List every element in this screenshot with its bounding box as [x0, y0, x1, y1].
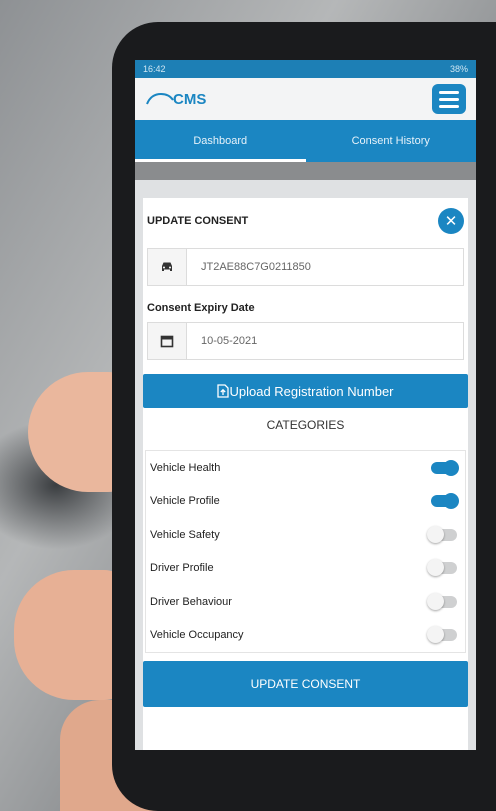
app-header: CMS: [135, 78, 476, 120]
vin-value: JT2AE88C7G0211850: [201, 261, 311, 273]
expiry-date-field[interactable]: 10-05-2021: [147, 322, 464, 360]
menu-line-icon: [439, 104, 459, 108]
calendar-icon-box: [148, 323, 187, 359]
list-item: Vehicle Profile: [146, 485, 465, 519]
menu-line-icon: [439, 97, 459, 101]
car-icon: [162, 262, 172, 271]
vehicle-occupancy-toggle[interactable]: [427, 626, 457, 644]
vin-field[interactable]: JT2AE88C7G0211850: [147, 248, 464, 286]
expiry-date-value: 10-05-2021: [201, 335, 258, 347]
category-label: Vehicle Safety: [150, 528, 220, 541]
menu-line-icon: [439, 90, 459, 94]
vehicle-profile-toggle[interactable]: [431, 493, 459, 510]
status-battery: 38%: [449, 64, 468, 74]
category-label: Driver Profile: [150, 562, 214, 575]
category-label: Vehicle Profile: [150, 495, 220, 508]
car-icon-box: [148, 249, 187, 285]
tab-consent-history[interactable]: Consent History: [306, 120, 477, 162]
category-label: Vehicle Health: [150, 461, 221, 474]
toggle-knob: [443, 493, 459, 510]
close-icon: ✕: [444, 213, 458, 230]
modal-header: UPDATE CONSENT ✕: [143, 198, 468, 234]
list-item: Vehicle Occupancy: [146, 619, 465, 653]
driver-behaviour-toggle[interactable]: [427, 592, 457, 610]
category-label: Vehicle Occupancy: [150, 629, 244, 642]
backdrop-overlay: [135, 162, 476, 180]
list-item: Driver Behaviour: [146, 585, 465, 619]
driver-profile-toggle[interactable]: [427, 559, 457, 577]
vehicle-safety-toggle[interactable]: [427, 525, 457, 543]
app-logo[interactable]: CMS: [145, 90, 206, 108]
logo-text: CMS: [173, 90, 207, 108]
list-item: Vehicle Safety: [146, 518, 465, 552]
phone-screen: 16:42 38% CMS Dashboard Consent History …: [135, 60, 476, 750]
expiry-label: Consent Expiry Date: [147, 302, 255, 314]
status-time: 16:42: [143, 64, 166, 74]
upload-registration-button[interactable]: Upload Registration Number: [143, 374, 468, 408]
toggle-knob: [427, 626, 444, 644]
close-button[interactable]: ✕: [438, 208, 464, 234]
tab-dashboard[interactable]: Dashboard: [135, 120, 306, 162]
categories-heading: CATEGORIES: [266, 418, 345, 432]
toggle-knob: [443, 459, 459, 476]
update-consent-modal: UPDATE CONSENT ✕ JT2AE88C7G0211850 Conse…: [143, 198, 468, 750]
toggle-knob: [427, 525, 444, 543]
status-bar: 16:42 38%: [135, 60, 476, 78]
vehicle-health-toggle[interactable]: [431, 459, 459, 476]
upload-file-icon: [217, 384, 230, 398]
categories-list: Vehicle Health Vehicle Profile Vehicle S…: [145, 450, 466, 653]
toggle-knob: [427, 592, 444, 610]
toggle-knob: [427, 559, 444, 577]
update-consent-button[interactable]: UPDATE CONSENT: [143, 661, 468, 707]
tab-bar: Dashboard Consent History: [135, 120, 476, 162]
calendar-icon: [160, 335, 174, 348]
car-logo-icon: [146, 92, 174, 105]
list-item: Vehicle Health: [146, 451, 465, 485]
hamburger-menu-button[interactable]: [432, 84, 466, 114]
list-item: Driver Profile: [146, 552, 465, 586]
upload-label: Upload Registration Number: [229, 383, 394, 399]
modal-title: UPDATE CONSENT: [147, 215, 249, 227]
category-label: Driver Behaviour: [150, 595, 232, 608]
